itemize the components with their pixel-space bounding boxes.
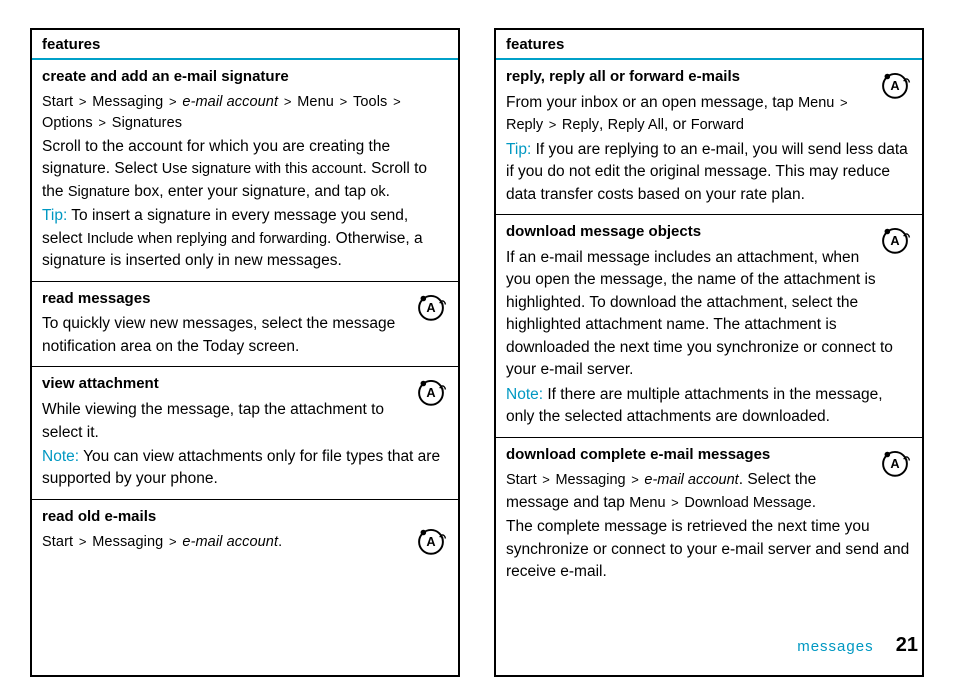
section-title: reply, reply all or forward e-mails [506,66,912,88]
tip-text: Tip: To insert a signature in every mess… [42,205,448,272]
note-text: Note: If there are multiple attachments … [506,384,912,429]
header-label: features [506,36,564,53]
right-column: features reply, reply all or forward e-m… [494,28,924,677]
body-text: To quickly view new messages, select the… [42,313,448,358]
body-text: Start > Messaging > e-mail account. Sele… [506,469,912,514]
network-icon [414,375,448,416]
header-label: features [42,36,100,53]
body-text: From your inbox or an open message, tap … [506,92,912,137]
body-text: If an e-mail message includes an attachm… [506,247,912,382]
section-title: create and add an e-mail signature [42,66,448,88]
tip-label: Tip: [42,207,67,224]
section-create-signature: create and add an e-mail signature Start… [32,60,458,282]
section-read-old-emails: read old e-mails Start > Messaging > e-m… [32,500,458,573]
section-download-complete: download complete e-mail messages Start … [496,438,922,592]
section-title: download complete e-mail messages [506,444,912,466]
network-icon [878,446,912,487]
body-text: Scroll to the account for which you are … [42,136,448,203]
section-download-objects: download message objects If an e-mail me… [496,215,922,438]
footer-page: 21 [896,634,918,656]
nav-path: Start > Messaging > e-mail account. [42,532,448,553]
network-icon [414,290,448,331]
body-text-2: The complete message is retrieved the ne… [506,516,912,583]
left-column: features create and add an e-mail signat… [30,28,460,677]
network-icon [878,68,912,109]
section-view-attachment: view attachment While viewing the messag… [32,367,458,500]
section-title: view attachment [42,373,448,395]
tip-label: Tip: [506,141,531,158]
right-header: features [496,30,922,60]
tip-text: Tip: If you are replying to an e-mail, y… [506,139,912,206]
note-text: Note: You can view attachments only for … [42,446,448,491]
section-read-messages: read messages To quickly view new messag… [32,282,458,368]
page-footer: messages 21 [797,634,918,657]
section-title: read old e-mails [42,506,448,528]
network-icon [878,223,912,264]
section-title: download message objects [506,221,912,243]
body-text: While viewing the message, tap the attac… [42,399,448,444]
section-title: read messages [42,288,448,310]
nav-path: Start > Messaging > e-mail account > Men… [42,92,448,134]
note-label: Note: [506,386,543,403]
note-label: Note: [42,448,79,465]
left-header: features [32,30,458,60]
section-reply-forward: reply, reply all or forward e-mails From… [496,60,922,215]
footer-section: messages [797,638,873,655]
network-icon [414,524,448,565]
